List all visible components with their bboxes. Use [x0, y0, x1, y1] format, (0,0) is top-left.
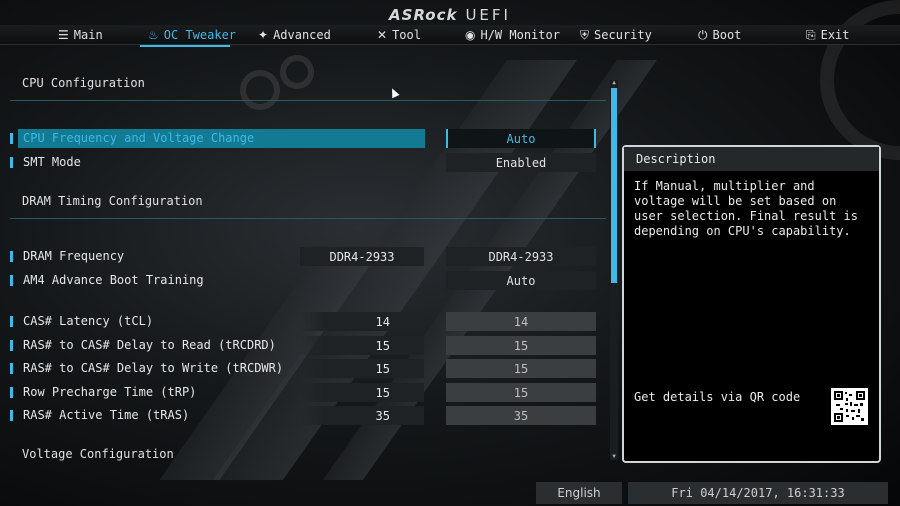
dram-frequency-value[interactable]: DDR4-2933 [446, 247, 596, 266]
tab-label: Security [594, 28, 652, 42]
tools-icon: ✕ [377, 28, 388, 42]
trcdwr-current: 15 [300, 359, 424, 378]
trcdwr-value[interactable]: 15 [446, 359, 596, 378]
status-bar: English Fri 04/14/2017, 16:31:33 [0, 482, 900, 506]
tcl-current: 14 [300, 312, 424, 331]
active-tab-indicator [140, 45, 230, 47]
tab-label: Exit [820, 28, 850, 42]
bullet-marker [10, 275, 13, 286]
setting-am4-boot-training[interactable]: AM4 Advance Boot Training Auto [10, 271, 598, 290]
tab-label: Main [73, 28, 103, 42]
qr-code-label: Get details via QR code [634, 390, 801, 404]
scroll-up-icon[interactable]: ▲ [610, 80, 618, 86]
setting-trcdwr[interactable]: RAS# to CAS# Delay to Write (tRCDWR) 15 … [10, 359, 598, 378]
cpu-frequency-value[interactable]: Auto [446, 129, 596, 148]
power-icon: ⏻ [698, 27, 708, 42]
star-icon: ✦ [258, 28, 269, 42]
tab-label: Tool [392, 28, 421, 42]
tab-label: Advanced [273, 28, 331, 42]
setting-trp[interactable]: Row Precharge Time (tRP) 15 15 [10, 383, 598, 402]
description-text: If Manual, multiplier and voltage will b… [634, 179, 858, 238]
qr-code-icon [831, 388, 868, 425]
tab-exit[interactable]: ⎘ Exit [806, 25, 850, 45]
bullet-marker [10, 410, 13, 421]
language-button[interactable]: English [536, 482, 622, 504]
top-tab-bar: ☰ Main ♨ OC Tweaker ✦ Advanced ✕ Tool ◉ … [0, 25, 900, 45]
asrock-uefi-logo: ASRock UEFI [389, 6, 511, 24]
bullet-marker [10, 387, 13, 398]
setting-trcdrd[interactable]: RAS# to CAS# Delay to Read (tRCDRD) 15 1… [10, 336, 598, 355]
trp-value[interactable]: 15 [446, 383, 596, 402]
divider [10, 100, 606, 101]
list-icon: ☰ [58, 28, 69, 42]
bullet-marker [10, 340, 13, 351]
description-title: Description [624, 147, 879, 171]
tab-oc-tweaker[interactable]: ♨ OC Tweaker [148, 25, 236, 45]
shield-icon: ⛨ [580, 27, 590, 42]
trcdrd-value[interactable]: 15 [446, 336, 596, 355]
description-panel: Description If Manual, multiplier and vo… [622, 145, 881, 463]
setting-label: CAS# Latency (tCL) [23, 314, 154, 328]
setting-label: DRAM Frequency [23, 249, 125, 263]
divider [10, 218, 606, 219]
setting-cpu-frequency-voltage[interactable]: CPU Frequency and Voltage Change Auto [10, 129, 598, 148]
tab-boot[interactable]: ⏻ Boot [698, 25, 741, 45]
setting-smt-mode[interactable]: SMT Mode Enabled [10, 153, 598, 172]
trp-current: 15 [300, 383, 424, 402]
setting-label: RAS# to CAS# Delay to Read (tRCDRD) [23, 338, 276, 352]
tab-security[interactable]: ⛨ Security [580, 25, 652, 45]
setting-dram-frequency[interactable]: DRAM Frequency DDR4-2933 DDR4-2933 [10, 247, 598, 266]
scroll-down-icon[interactable]: ▼ [610, 454, 618, 460]
scrollbar-thumb[interactable] [611, 88, 617, 283]
section-dram-timing: DRAM Timing Configuration [22, 194, 203, 208]
tab-hw-monitor[interactable]: ◉ H/W Monitor [465, 25, 560, 45]
bullet-marker [10, 316, 13, 327]
tras-value[interactable]: 35 [446, 406, 596, 425]
tcl-value[interactable]: 14 [446, 312, 596, 331]
setting-label: AM4 Advance Boot Training [23, 273, 204, 287]
tras-current: 35 [300, 406, 424, 425]
bullet-marker [10, 251, 13, 262]
bullet-marker [10, 157, 13, 168]
setting-label: CPU Frequency and Voltage Change [23, 131, 255, 145]
setting-label: RAS# Active Time (tRAS) [23, 408, 190, 422]
tab-tool[interactable]: ✕ Tool [377, 25, 421, 45]
flame-icon: ♨ [148, 28, 159, 42]
settings-scrollbar[interactable]: ▲ ▼ [610, 80, 618, 460]
setting-label: RAS# to CAS# Delay to Write (tRCDWR) [23, 361, 284, 375]
bullet-marker [10, 363, 13, 374]
section-voltage-configuration: Voltage Configuration [22, 447, 174, 461]
smt-mode-value[interactable]: Enabled [446, 153, 596, 172]
tab-advanced[interactable]: ✦ Advanced [258, 25, 331, 45]
am4-boot-training-value[interactable]: Auto [446, 271, 596, 290]
dram-frequency-current: DDR4-2933 [300, 247, 424, 266]
tab-main[interactable]: ☰ Main [58, 25, 103, 45]
setting-label: Row Precharge Time (tRP) [23, 385, 197, 399]
monitor-icon: ◉ [465, 28, 476, 42]
system-clock: Fri 04/14/2017, 16:31:33 [628, 482, 888, 504]
section-cpu-configuration: CPU Configuration [22, 76, 145, 90]
setting-tcl[interactable]: CAS# Latency (tCL) 14 14 [10, 312, 598, 331]
setting-label: SMT Mode [23, 155, 81, 169]
tab-label: H/W Monitor [480, 28, 560, 42]
exit-icon: ⎘ [806, 27, 816, 42]
tab-label: Boot [712, 28, 742, 42]
tab-label: OC Tweaker [163, 28, 237, 42]
trcdrd-current: 15 [300, 336, 424, 355]
setting-tras[interactable]: RAS# Active Time (tRAS) 35 35 [10, 406, 598, 425]
bullet-marker [10, 133, 13, 144]
